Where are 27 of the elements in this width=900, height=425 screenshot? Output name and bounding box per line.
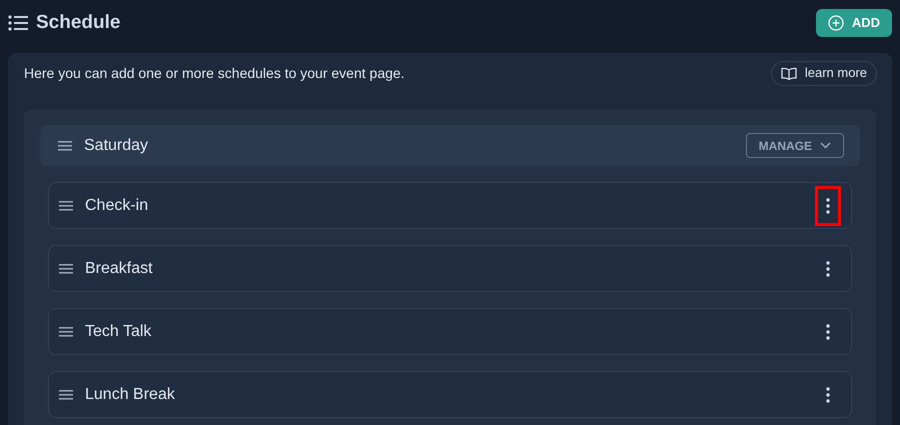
more-options-button[interactable] (815, 186, 841, 226)
schedule-item[interactable]: Breakfast (48, 245, 852, 292)
learn-more-button[interactable]: learn more (770, 60, 877, 86)
more-vertical-icon (826, 386, 830, 402)
drag-handle-icon[interactable] (59, 264, 73, 274)
list-icon (8, 14, 28, 32)
more-vertical-icon (826, 324, 830, 340)
intro-text: Here you can add one or more schedules to your event page. (24, 64, 405, 83)
schedule-item[interactable]: Lunch Break (48, 371, 852, 418)
drag-handle-icon[interactable] (58, 140, 72, 150)
manage-button[interactable]: MANAGE (746, 133, 844, 158)
item-title: Check-in (85, 196, 148, 216)
chevron-down-icon (820, 142, 831, 149)
more-vertical-icon (826, 260, 830, 276)
book-icon (780, 66, 797, 80)
page-title: Schedule (36, 10, 120, 35)
schedule-item[interactable]: Check-in (48, 182, 852, 229)
drag-handle-icon[interactable] (59, 390, 73, 400)
more-vertical-icon (826, 198, 830, 214)
item-title: Tech Talk (85, 322, 152, 342)
item-title: Lunch Break (85, 384, 175, 404)
drag-handle-icon[interactable] (59, 326, 73, 336)
schedule-item[interactable]: Tech Talk (48, 308, 852, 355)
drag-handle-icon[interactable] (59, 200, 73, 210)
day-title: Saturday (84, 136, 148, 156)
item-title: Breakfast (85, 258, 153, 278)
plus-circle-icon (828, 15, 844, 31)
